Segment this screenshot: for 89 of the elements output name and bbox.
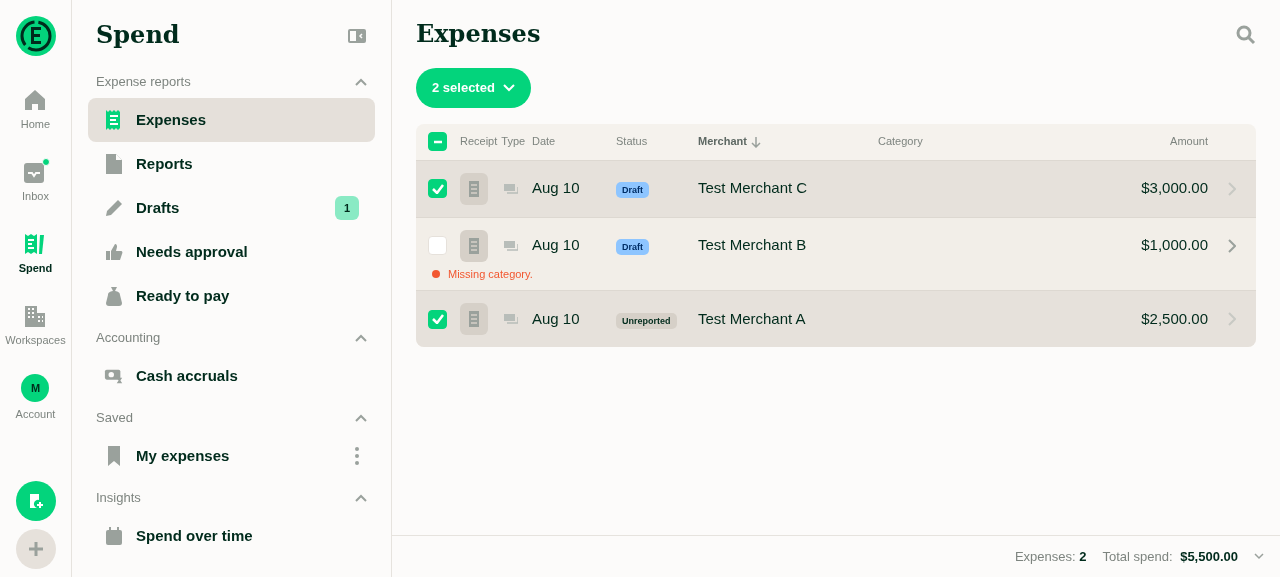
expense-count-text: Expenses: 2 (1014, 547, 1087, 566)
section-title: Insights (96, 489, 141, 508)
cash-icon (504, 183, 518, 194)
page-title: Expenses (416, 18, 541, 50)
nav-item[interactable]: Drafts 1 (88, 186, 375, 230)
expense-row[interactable]: Aug 10 Draft Test Merchant C $3,000.00 (416, 159, 1256, 217)
chevron-up-icon (355, 494, 367, 502)
chevron-up-icon (355, 414, 367, 422)
checkmark-icon (431, 314, 444, 324)
document-icon (104, 153, 124, 175)
nav-item[interactable]: Reports (88, 142, 375, 186)
rail-tab[interactable]: Spend (18, 218, 53, 290)
error-text: Missing category. (448, 266, 533, 282)
logo-icon (15, 16, 56, 56)
nav-item[interactable]: Cash accruals (88, 354, 375, 398)
row-checkbox[interactable] (428, 179, 447, 198)
column-header[interactable]: Type (501, 133, 526, 150)
chevron-down-icon (502, 83, 515, 92)
cash-icon (504, 240, 518, 251)
count-badge: 1 (334, 195, 359, 221)
row-checkbox[interactable] (428, 236, 447, 255)
sidebar-collapse-icon (347, 27, 367, 44)
nav-item[interactable]: My expenses (88, 434, 375, 478)
calendar-icon (104, 525, 124, 547)
avatar: M (21, 373, 50, 402)
column-header[interactable]: Merchant (698, 133, 747, 150)
checkmark-icon (431, 183, 444, 194)
search-icon (1236, 24, 1256, 45)
amount-text: $3,000.00 (1141, 179, 1208, 197)
section-title: Accounting (96, 329, 161, 348)
add-button[interactable] (15, 529, 56, 569)
column-header[interactable]: Receipt (460, 133, 498, 150)
receipt-thumbnail (460, 172, 488, 205)
chevron-up-icon (355, 334, 367, 342)
chevron-right-icon (1228, 312, 1236, 326)
column-header[interactable]: Date (532, 133, 556, 150)
building-icon (23, 303, 48, 328)
chevron-up-icon (355, 78, 367, 86)
expense-row[interactable]: Aug 10 Unreported Test Merchant A $2,500.00 (416, 290, 1256, 347)
house-icon (23, 87, 48, 112)
amount-text: $2,500.00 (1141, 309, 1208, 327)
date-text: Aug 10 (532, 309, 580, 327)
thumbs-up-icon (104, 242, 124, 262)
merchant-text: Test Merchant B (698, 236, 807, 254)
section-toggle[interactable] (355, 334, 367, 342)
receipt-plus-icon (27, 493, 44, 509)
new-expense-button[interactable] (15, 481, 56, 521)
select-all-checkbox[interactable] (428, 132, 447, 151)
nav-item[interactable]: Spend over time (88, 514, 375, 558)
receipt-thumbnail (460, 303, 488, 335)
nav-item[interactable]: Needs approval (88, 230, 375, 274)
plus-icon (27, 541, 44, 557)
column-header[interactable]: Amount (1170, 133, 1208, 150)
section-title: Saved (96, 409, 133, 428)
nav-title: Spend (96, 19, 180, 51)
nav-item[interactable]: Ready to pay (88, 274, 375, 318)
date-text: Aug 10 (532, 179, 580, 197)
sort-arrow-down-icon (750, 135, 761, 148)
status-badge: Draft (616, 239, 649, 256)
rail-tab[interactable]: Workspaces (5, 290, 66, 362)
row-checkbox[interactable] (428, 309, 447, 329)
chevron-right-icon (1228, 238, 1236, 253)
chevron-down-icon (1254, 553, 1264, 560)
total-spend-text: Total spend: $5,500.00 (1102, 547, 1238, 566)
status-badge: Draft (616, 182, 649, 199)
money-bag-icon (104, 285, 124, 307)
section-toggle[interactable] (355, 78, 367, 86)
rail-tab[interactable]: Home (20, 74, 51, 146)
receipt-thumbnail (460, 229, 488, 262)
notification-dot (42, 157, 51, 166)
section-title: Expense reports (96, 73, 191, 92)
chevron-right-icon (1228, 181, 1236, 196)
pencil-icon (104, 198, 124, 218)
expense-row[interactable]: Aug 10 Draft Test Merchant B $1,000.00 Missing category. (416, 216, 1256, 290)
merchant-text: Test Merchant C (698, 179, 808, 197)
rail-tab[interactable]: M Account (15, 362, 56, 434)
rail-tab[interactable]: Inbox (22, 146, 49, 218)
section-toggle[interactable] (355, 414, 367, 422)
section-toggle[interactable] (355, 494, 367, 502)
merchant-text: Test Merchant A (698, 309, 806, 327)
footer-expand-button[interactable] (1254, 553, 1264, 560)
status-badge: Unreported (616, 312, 677, 329)
column-header[interactable]: Category (878, 133, 923, 150)
nav-item[interactable]: Expenses (88, 98, 375, 142)
column-header[interactable]: Status (616, 133, 648, 150)
date-text: Aug 10 (532, 236, 580, 254)
amount-text: $1,000.00 (1141, 236, 1208, 254)
cash-icon (504, 314, 518, 324)
error-dot (432, 269, 440, 278)
